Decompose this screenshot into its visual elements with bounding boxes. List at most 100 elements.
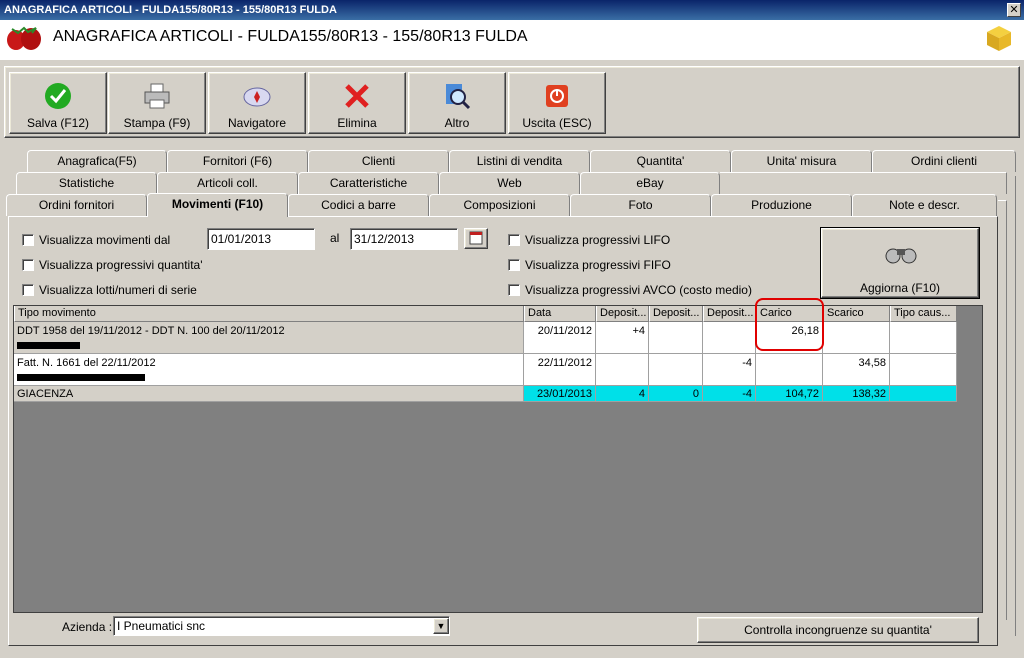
- avco-checkbox[interactable]: [508, 284, 520, 296]
- table-row-2-data[interactable]: 22/11/2012: [524, 354, 596, 386]
- col-header-deposito-2[interactable]: Deposit...: [649, 306, 703, 322]
- row-2-tipo-text: Fatt. N. 1661 del 22/11/2012: [17, 357, 156, 369]
- table-row-2-dep2[interactable]: [649, 354, 703, 386]
- table-row-1-causale[interactable]: [890, 322, 957, 354]
- col-header-data[interactable]: Data: [524, 306, 596, 322]
- binoculars-icon: [885, 248, 917, 264]
- power-icon: [546, 85, 568, 107]
- fifo-label: Visualizza progressivi FIFO: [525, 258, 671, 272]
- tab-ordini-clienti[interactable]: Ordini clienti: [872, 150, 1016, 172]
- total-row-causale[interactable]: [890, 386, 957, 402]
- col-header-scarico[interactable]: Scarico: [823, 306, 890, 322]
- lotti-checkbox[interactable]: [22, 284, 34, 296]
- tab-composizioni[interactable]: Composizioni: [429, 194, 570, 216]
- tab-produzione[interactable]: Produzione: [711, 194, 852, 216]
- movimenti-dal-checkbox[interactable]: [22, 234, 34, 246]
- checkmark-icon: [45, 83, 71, 109]
- tab-codici-barre[interactable]: Codici a barre: [288, 194, 429, 216]
- progressivi-quantita-checkbox[interactable]: [22, 259, 34, 271]
- table-row-2-tipo[interactable]: Fatt. N. 1661 del 22/11/2012: [14, 354, 524, 386]
- strawberry-logo-icon: [7, 26, 41, 50]
- row-1-tipo-text: DDT 1958 del 19/11/2012 - DDT N. 100 del…: [17, 325, 285, 337]
- azienda-dropdown-button[interactable]: ▼: [433, 618, 449, 634]
- lifo-label: Visualizza progressivi LIFO: [525, 233, 671, 247]
- table-row-1-data[interactable]: 20/11/2012: [524, 322, 596, 354]
- col-header-causale[interactable]: Tipo caus...: [890, 306, 957, 322]
- total-row-dep1[interactable]: 4: [596, 386, 649, 402]
- table-row-1-dep2[interactable]: [649, 322, 703, 354]
- tab-anagrafica[interactable]: Anagrafica(F5): [27, 150, 167, 172]
- table-row-2-causale[interactable]: [890, 354, 957, 386]
- date-from-input[interactable]: 01/01/2013: [207, 228, 315, 250]
- redaction-bar: [17, 374, 145, 381]
- table-row-1-dep3[interactable]: [703, 322, 756, 354]
- progressivi-quantita-label: Visualizza progressivi quantita': [39, 258, 203, 272]
- exit-label: Uscita (ESC): [522, 116, 592, 130]
- save-label: Salva (F12): [26, 116, 90, 130]
- compass-icon: [243, 87, 271, 107]
- tab-statistiche[interactable]: Statistiche: [16, 172, 157, 194]
- lotti-label: Visualizza lotti/numeri di serie: [39, 283, 197, 297]
- table-row-2-dep1[interactable]: [596, 354, 649, 386]
- col-header-tipo[interactable]: Tipo movimento: [14, 306, 524, 322]
- other-button[interactable]: Altro: [408, 72, 506, 134]
- table-row-2-carico[interactable]: [756, 354, 823, 386]
- tab-caratteristiche[interactable]: Caratteristiche: [298, 172, 439, 194]
- col-header-deposito-3[interactable]: Deposit...: [703, 306, 756, 322]
- azienda-label: Azienda :: [62, 620, 113, 634]
- tab-stack-edge-2: [1007, 176, 1016, 636]
- table-row-1-scarico[interactable]: [823, 322, 890, 354]
- exit-button[interactable]: Uscita (ESC): [508, 72, 606, 134]
- calendar-button[interactable]: [464, 228, 488, 249]
- col-header-deposito-1[interactable]: Deposit...: [596, 306, 649, 322]
- table-row-1-tipo[interactable]: DDT 1958 del 19/11/2012 - DDT N. 100 del…: [14, 322, 524, 354]
- refresh-label: Aggiorna (F10): [859, 281, 941, 295]
- navigator-label: Navigatore: [227, 116, 287, 130]
- print-button[interactable]: Stampa (F9): [108, 72, 206, 134]
- magnifier-icon: [446, 84, 471, 110]
- tab-fornitori[interactable]: Fornitori (F6): [167, 150, 308, 172]
- azienda-select[interactable]: I Pneumatici snc: [113, 616, 450, 636]
- table-row-2-scarico[interactable]: 34,58: [823, 354, 890, 386]
- tab-foto[interactable]: Foto: [570, 194, 711, 216]
- movimenti-dal-label: Visualizza movimenti dal: [39, 233, 171, 247]
- tab-clienti[interactable]: Clienti: [308, 150, 449, 172]
- total-row-data[interactable]: 23/01/2013: [524, 386, 596, 402]
- table-row-1-dep1[interactable]: +4: [596, 322, 649, 354]
- calendar-icon: [469, 231, 483, 245]
- delete-button[interactable]: Elimina: [308, 72, 406, 134]
- redaction-bar: [17, 342, 80, 349]
- total-row-tipo[interactable]: GIACENZA: [14, 386, 524, 402]
- chevron-down-icon: ▼: [436, 621, 446, 631]
- cube-box-icon[interactable]: [985, 24, 1013, 52]
- window-close-button[interactable]: ✕: [1007, 3, 1021, 17]
- total-row-carico[interactable]: 104,72: [756, 386, 823, 402]
- tab-ordini-fornitori[interactable]: Ordini fornitori: [6, 194, 147, 216]
- refresh-button[interactable]: Aggiorna (F10): [820, 227, 980, 299]
- highlight-annotation: [755, 298, 824, 351]
- azienda-value: I Pneumatici snc: [117, 619, 206, 633]
- total-row-scarico[interactable]: 138,32: [823, 386, 890, 402]
- tab-unita-misura[interactable]: Unita' misura: [731, 150, 872, 172]
- tab-stack-edge: [998, 200, 1007, 620]
- date-to-input[interactable]: 31/12/2013: [350, 228, 458, 250]
- lifo-checkbox[interactable]: [508, 234, 520, 246]
- save-button[interactable]: Salva (F12): [9, 72, 107, 134]
- tab-web[interactable]: Web: [439, 172, 580, 194]
- window-titlebar: ANAGRAFICA ARTICOLI - FULDA155/80R13 - 1…: [0, 0, 1024, 20]
- tab-quantita[interactable]: Quantita': [590, 150, 731, 172]
- navigator-button[interactable]: Navigatore: [208, 72, 306, 134]
- tab-movimenti[interactable]: Movimenti (F10): [147, 193, 288, 217]
- total-row-dep3[interactable]: -4: [703, 386, 756, 402]
- check-inconsistencies-button[interactable]: Controlla incongruenze su quantita': [697, 617, 979, 643]
- tab-articoli-coll[interactable]: Articoli coll.: [157, 172, 298, 194]
- page-title: ANAGRAFICA ARTICOLI - FULDA155/80R13 - 1…: [53, 28, 528, 45]
- tab-note-descr[interactable]: Note e descr.: [852, 194, 997, 216]
- tab-listini[interactable]: Listini di vendita: [449, 150, 590, 172]
- total-row-dep2[interactable]: 0: [649, 386, 703, 402]
- al-label: al: [330, 231, 340, 245]
- table-row-2-dep3[interactable]: -4: [703, 354, 756, 386]
- printer-icon: [144, 83, 170, 109]
- tab-ebay[interactable]: eBay: [580, 172, 720, 194]
- fifo-checkbox[interactable]: [508, 259, 520, 271]
